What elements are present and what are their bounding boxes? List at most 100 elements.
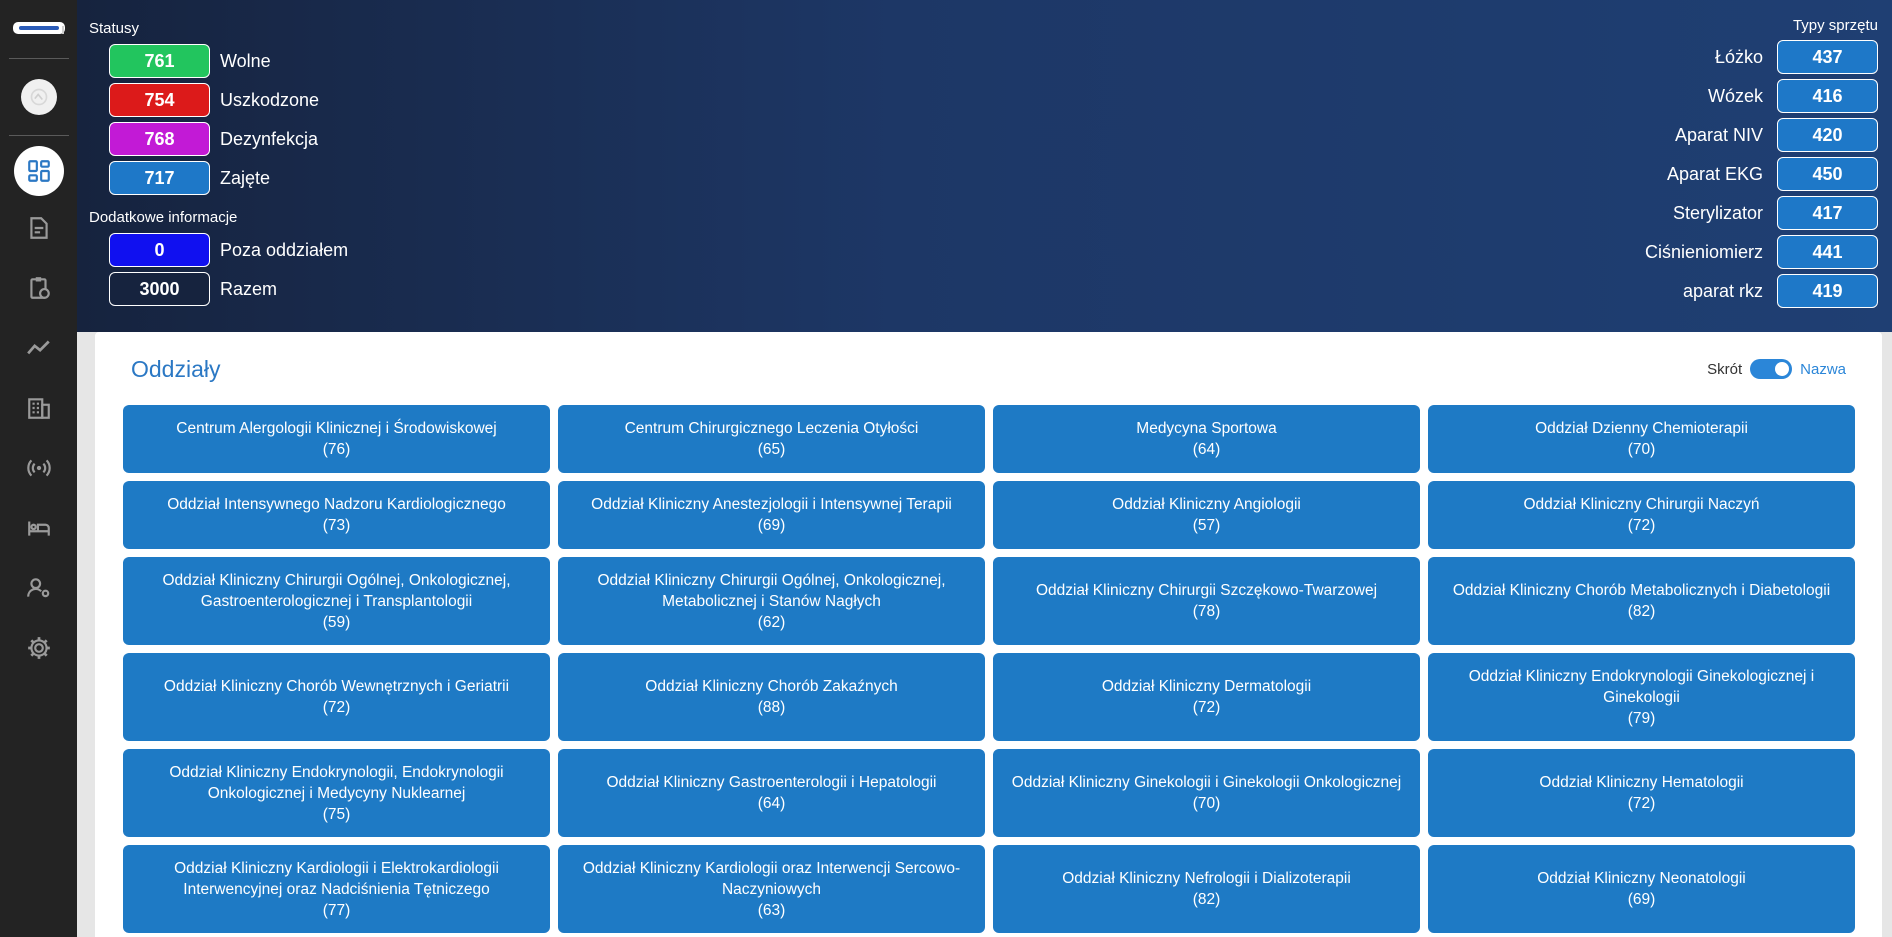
sidebar-item-users[interactable]	[21, 570, 57, 606]
department-name: Oddział Kliniczny Hematologii	[1539, 774, 1744, 791]
equipment-count: 419	[1777, 274, 1878, 308]
user-gear-icon	[26, 578, 49, 598]
status-row-damaged[interactable]: 754 Uszkodzone	[109, 83, 319, 117]
equipment-row[interactable]: Ciśnieniomierz 441	[1645, 235, 1878, 269]
status-row-occupied[interactable]: 717 Zajęte	[109, 161, 270, 195]
department-tile[interactable]: Oddział Kliniczny Hematologii (72)	[1428, 749, 1855, 837]
extra-row-total[interactable]: 3000 Razem	[109, 272, 277, 306]
equipment-count: 441	[1777, 235, 1878, 269]
avatar[interactable]	[20, 79, 57, 115]
department-tile[interactable]: Oddział Kliniczny Chirurgii Ogólnej, Onk…	[558, 557, 985, 645]
department-tile[interactable]: Centrum Alergologii Klinicznej i Środowi…	[123, 405, 550, 473]
department-tile[interactable]: Oddział Intensywnego Nadzoru Kardiologic…	[123, 481, 550, 549]
equipment-label: aparat rkz	[1682, 280, 1763, 301]
extra-label-outside: Poza oddziałem	[220, 239, 349, 260]
department-count: (82)	[1192, 891, 1221, 908]
department-count: (88)	[757, 699, 786, 716]
department-name: Oddział Kliniczny Kardiologii i Elektrok…	[174, 859, 499, 898]
department-name: Oddział Kliniczny Gastroenterologii i He…	[606, 774, 937, 791]
department-count: (63)	[757, 901, 786, 919]
equipment-row[interactable]: Łóżko 437	[1715, 40, 1878, 74]
app-logo[interactable]	[12, 22, 65, 34]
department-name: Oddział Kliniczny Dermatologii	[1101, 678, 1312, 695]
department-tile[interactable]: Oddział Kliniczny Kardiologii i Elektrok…	[123, 845, 550, 933]
department-name: Centrum Chirurgicznego Leczenia Otyłości	[624, 420, 919, 437]
department-tile[interactable]: Oddział Kliniczny Dermatologii (72)	[993, 653, 1420, 741]
extra-info-label: Dodatkowe informacje	[89, 209, 238, 226]
department-count: (64)	[757, 795, 786, 812]
department-tile[interactable]: Centrum Chirurgicznego Leczenia Otyłości…	[558, 405, 985, 473]
sidebar-item-documents[interactable]	[21, 210, 57, 246]
chart-line-icon	[26, 340, 50, 355]
equipment-label: Aparat EKG	[1666, 163, 1763, 184]
sidebar-item-statistics[interactable]	[21, 330, 57, 366]
toggle-knob	[1775, 362, 1790, 376]
status-row-disinfection[interactable]: 768 Dezynfekcja	[109, 122, 318, 156]
department-tile[interactable]: Oddział Kliniczny Angiologii (57)	[993, 481, 1420, 549]
clipboard-clock-icon	[29, 277, 50, 299]
department-count: (78)	[1192, 603, 1221, 620]
equipment-row[interactable]: aparat rkz 419	[1683, 274, 1878, 308]
sidebar-item-reports[interactable]	[21, 270, 57, 306]
department-tile[interactable]: Oddział Kliniczny Chirurgii Ogólnej, Onk…	[123, 557, 550, 645]
department-count: (72)	[322, 699, 351, 716]
department-name: Oddział Kliniczny Chorób Metabolicznych …	[1452, 582, 1831, 599]
equipment-label: Aparat NIV	[1674, 124, 1763, 145]
equipment-row[interactable]: Wózek 416	[1708, 79, 1878, 113]
toggle-switch[interactable]	[1750, 359, 1793, 379]
department-tile[interactable]: Oddział Kliniczny Chorób Metabolicznych …	[1428, 557, 1855, 645]
department-name: Oddział Kliniczny Angiologii	[1112, 496, 1301, 513]
department-name: Oddział Kliniczny Chirurgii Ogólnej, Onk…	[162, 571, 511, 610]
sidebar-item-dashboard[interactable]	[13, 146, 64, 196]
department-count: (70)	[1192, 795, 1221, 812]
department-tile[interactable]: Medycyna Sportowa (64)	[993, 405, 1420, 473]
department-tile[interactable]: Oddział Kliniczny Ginekologii i Ginekolo…	[993, 749, 1420, 837]
equipment-row[interactable]: Aparat EKG 450	[1667, 157, 1878, 191]
sidebar-item-beds[interactable]	[21, 510, 57, 546]
name-toggle[interactable]: Skrót Nazwa	[1707, 358, 1846, 380]
department-tile[interactable]: Oddział Kliniczny Chirurgii Szczękowo-Tw…	[993, 557, 1420, 645]
status-label-damaged: Uszkodzone	[220, 89, 320, 110]
equipment-row[interactable]: Sterylizator 417	[1673, 196, 1878, 230]
department-tile[interactable]: Oddział Kliniczny Kardiologii oraz Inter…	[558, 845, 985, 933]
department-name: Oddział Kliniczny Nefrologii i Dializote…	[1062, 870, 1351, 887]
department-count: (73)	[322, 517, 351, 534]
sidebar-item-buildings[interactable]	[21, 390, 57, 426]
department-name: Oddział Kliniczny Endokrynologii Ginekol…	[1468, 667, 1815, 706]
department-tile[interactable]: Oddział Kliniczny Neonatologii (69)	[1428, 845, 1855, 933]
sidebar-item-devices[interactable]	[21, 450, 57, 486]
status-badge-damaged: 754	[109, 83, 210, 117]
toggle-label-name: Nazwa	[1800, 360, 1846, 378]
department-name: Oddział Kliniczny Chirurgii Ogólnej, Onk…	[597, 571, 946, 610]
department-count: (72)	[1192, 699, 1221, 716]
department-tile[interactable]: Oddział Kliniczny Chorób Zakaźnych (88)	[558, 653, 985, 741]
equipment-label: Ciśnieniomierz	[1644, 241, 1763, 262]
extra-row-outside[interactable]: 0 Poza oddziałem	[109, 233, 348, 267]
department-tile[interactable]: Oddział Dzienny Chemioterapii (70)	[1428, 405, 1855, 473]
extra-badge-total: 3000	[109, 272, 210, 306]
department-tile[interactable]: Oddział Kliniczny Nefrologii i Dializote…	[993, 845, 1420, 933]
dashboard-icon	[27, 160, 50, 182]
department-tile[interactable]: Oddział Kliniczny Endokrynologii Ginekol…	[1428, 653, 1855, 741]
equipment-label: Łóżko	[1714, 46, 1763, 67]
department-count: (79)	[1627, 709, 1656, 727]
status-label-occupied: Zajęte	[220, 167, 271, 188]
department-tile[interactable]: Oddział Kliniczny Chirurgii Naczyń (72)	[1428, 481, 1855, 549]
statuses-label: Statusy	[89, 20, 140, 37]
department-name: Oddział Kliniczny Chirurgii Naczyń	[1523, 496, 1760, 513]
extra-label-total: Razem	[220, 278, 278, 299]
department-count: (77)	[322, 901, 351, 919]
equipment-row[interactable]: Aparat NIV 420	[1675, 118, 1878, 152]
department-tile[interactable]: Oddział Kliniczny Gastroenterologii i He…	[558, 749, 985, 837]
department-tile[interactable]: Oddział Kliniczny Anestezjologii i Inten…	[558, 481, 985, 549]
department-name: Oddział Intensywnego Nadzoru Kardiologic…	[167, 496, 506, 513]
sidebar-item-settings[interactable]	[21, 630, 57, 666]
department-tile[interactable]: Oddział Kliniczny Endokrynologii, Endokr…	[123, 749, 550, 837]
department-count: (57)	[1192, 517, 1221, 534]
department-name: Oddział Kliniczny Endokrynologii, Endokr…	[169, 763, 504, 802]
status-row-free[interactable]: 761 Wolne	[109, 44, 271, 78]
sidebar-divider	[8, 135, 69, 136]
equipment-label: Sterylizator	[1672, 202, 1763, 223]
department-name: Oddział Kliniczny Anestezjologii i Inten…	[591, 496, 952, 513]
department-tile[interactable]: Oddział Kliniczny Chorób Wewnętrznych i …	[123, 653, 550, 741]
